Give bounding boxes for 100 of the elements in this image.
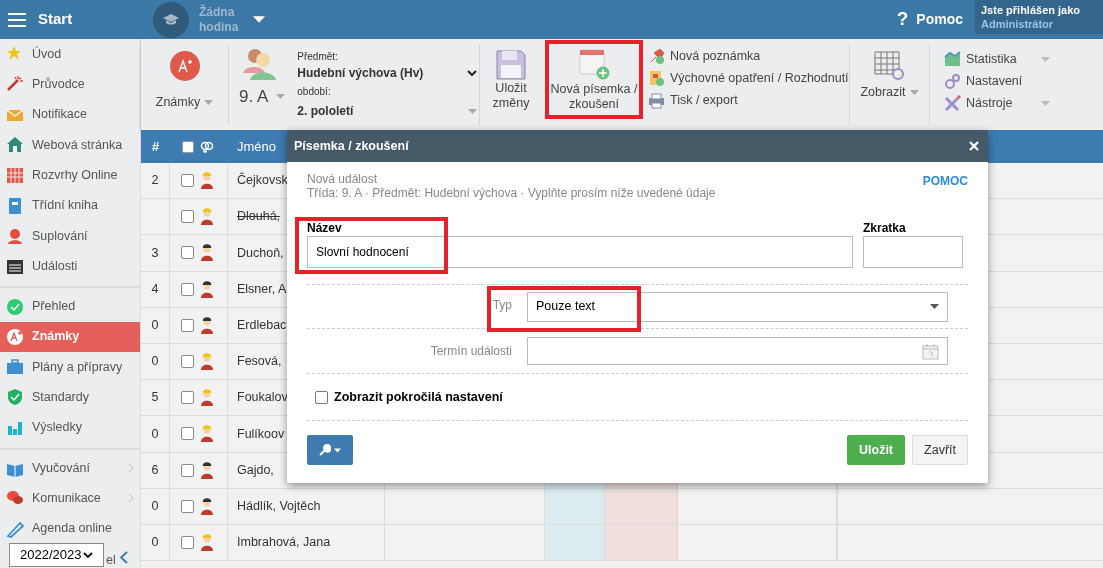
sidebar-icon <box>6 297 24 316</box>
row-checkbox[interactable] <box>181 499 194 513</box>
sidebar-item[interactable]: Webová stránka <box>0 129 140 161</box>
row-checkbox[interactable] <box>181 282 194 296</box>
sidebar-item[interactable]: Komunikace <box>0 483 140 514</box>
student-name[interactable]: Fulíkoov <box>237 424 285 444</box>
menu-icon[interactable] <box>8 12 26 27</box>
sidebar-icon <box>6 519 24 538</box>
sidebar-item[interactable]: Plány a přípravy <box>0 351 140 383</box>
gender-icon <box>200 140 214 153</box>
row-checkbox[interactable] <box>181 535 194 549</box>
module-dropdown[interactable]: Známky <box>155 93 214 112</box>
student-name[interactable]: Duchoň, <box>237 243 284 263</box>
sidebar-item[interactable]: Výsledky <box>0 412 140 443</box>
select-all-checkbox[interactable] <box>182 140 194 153</box>
date-field[interactable] <box>527 337 948 365</box>
tools-button[interactable] <box>307 435 353 465</box>
row-number: 4 <box>151 280 159 298</box>
row-number: 0 <box>151 497 159 515</box>
sidebar-item[interactable]: Suplování <box>0 220 140 252</box>
caret-icon <box>930 304 939 309</box>
collapse-icon[interactable] <box>120 551 128 564</box>
caret-icon <box>1041 100 1050 106</box>
toolbar-action[interactable]: Výchovné opatření / Rozhodnutí <box>648 69 849 88</box>
close-icon[interactable] <box>969 141 979 151</box>
student-name[interactable]: Gajdo, <box>237 460 274 480</box>
advanced-checkbox[interactable] <box>315 390 328 404</box>
user-panel[interactable]: Jste přihlášen jako Administrátor <box>975 0 1103 34</box>
toolbar-action[interactable]: Tisk / export <box>648 90 849 110</box>
sidebar-icon <box>6 196 24 215</box>
student-name[interactable]: Dlouhá, <box>237 207 281 227</box>
sidebar-item[interactable]: Vyučování <box>0 452 140 484</box>
view-dropdown[interactable]: Zobrazit <box>850 44 929 125</box>
name-field[interactable]: Slovní hodnocení <box>307 236 853 268</box>
year-select[interactable]: 2022/2023 <box>9 543 104 567</box>
chevron-down-icon <box>83 552 93 558</box>
row-checkbox[interactable] <box>181 210 194 224</box>
abbreviation-field[interactable] <box>863 236 963 268</box>
action-icon <box>648 70 665 87</box>
student-name[interactable]: Imbrahová, Jana <box>237 533 331 552</box>
action-icon <box>648 91 665 109</box>
field-label: Zkratka <box>863 220 907 236</box>
sidebar-item[interactable]: Třídní kniha <box>0 190 140 221</box>
toolbar-menu[interactable]: Nástroje <box>944 93 1050 113</box>
column-header[interactable]: # <box>141 136 170 157</box>
subject-dropdown[interactable]: Hudební výchova (Hv) <box>297 64 479 82</box>
chevron-down-icon[interactable] <box>467 70 477 76</box>
row-number: 5 <box>151 389 159 407</box>
row-checkbox[interactable] <box>181 174 194 188</box>
help-icon[interactable]: ? <box>896 5 909 34</box>
grid-settings-icon <box>873 51 906 81</box>
start-label[interactable]: Start <box>38 8 73 31</box>
class-dropdown[interactable]: 9. A <box>239 84 286 110</box>
sidebar-item[interactable]: Přehled <box>0 291 140 322</box>
toolbar-menu[interactable]: Nastavení <box>944 72 1050 91</box>
type-select[interactable]: Pouze text <box>527 291 948 322</box>
sidebar-item[interactable]: Události <box>0 251 140 282</box>
row-checkbox[interactable] <box>181 355 194 369</box>
calendar-add-icon <box>578 48 610 80</box>
close-button[interactable]: Zavřít <box>912 435 968 465</box>
student-name[interactable]: Fesová, <box>237 352 282 371</box>
sidebar-icon <box>6 136 24 155</box>
row-checkbox[interactable] <box>181 318 194 332</box>
sidebar-item[interactable]: Průvodce <box>0 69 140 100</box>
help-link[interactable]: Pomoc <box>916 9 963 30</box>
sidebar-item[interactable]: Úvod <box>0 39 140 70</box>
sidebar-item[interactable]: Standardy <box>0 382 140 413</box>
menu-item-icon <box>944 73 961 90</box>
help-link[interactable]: POMOC <box>922 172 968 200</box>
row-checkbox[interactable] <box>181 427 194 441</box>
row-checkbox[interactable] <box>181 463 194 477</box>
student-name[interactable]: Hádlík, Vojtěch <box>237 496 321 516</box>
period-dropdown[interactable]: 2. pololetí <box>297 102 479 120</box>
sidebar-icon <box>6 388 24 407</box>
new-exam-button[interactable]: Nová písemka / zkoušení <box>544 48 644 112</box>
row-number: 0 <box>151 353 159 371</box>
menu-item-icon <box>944 51 961 69</box>
sidebar-icon <box>6 358 24 377</box>
checkbox-label[interactable]: Zobrazit pokročilá nastavení <box>334 387 503 407</box>
student-name[interactable]: Foukalov <box>237 388 288 408</box>
sidebar-item[interactable]: Agenda online <box>0 513 140 544</box>
sidebar-item[interactable]: Notifikace <box>0 99 140 130</box>
toolbar-action[interactable]: Nová poznámka <box>648 47 849 67</box>
period-label: období: <box>297 85 332 99</box>
sidebar-item[interactable]: Rozvrhy Online <box>0 160 140 191</box>
save-changes-button[interactable]: Uložit změny <box>480 44 542 125</box>
caret-icon <box>909 89 919 95</box>
student-name[interactable]: Čejkovsk <box>237 171 288 190</box>
grades-icon[interactable] <box>169 51 200 81</box>
dialog-title: Písemka / zkoušení <box>294 137 409 155</box>
student-name[interactable]: Elsner, A <box>237 279 287 299</box>
row-checkbox[interactable] <box>181 391 194 405</box>
subject-label: Předmět: <box>297 50 339 64</box>
row-number: 3 <box>151 244 159 262</box>
caret-icon <box>1041 57 1050 63</box>
sidebar-icon <box>6 327 24 346</box>
student-name[interactable]: Erdlebac <box>237 315 287 335</box>
row-checkbox[interactable] <box>181 246 194 260</box>
dialog-subtitle: Nová událost <box>307 172 379 186</box>
toolbar-menu[interactable]: Statistika <box>944 50 1050 70</box>
